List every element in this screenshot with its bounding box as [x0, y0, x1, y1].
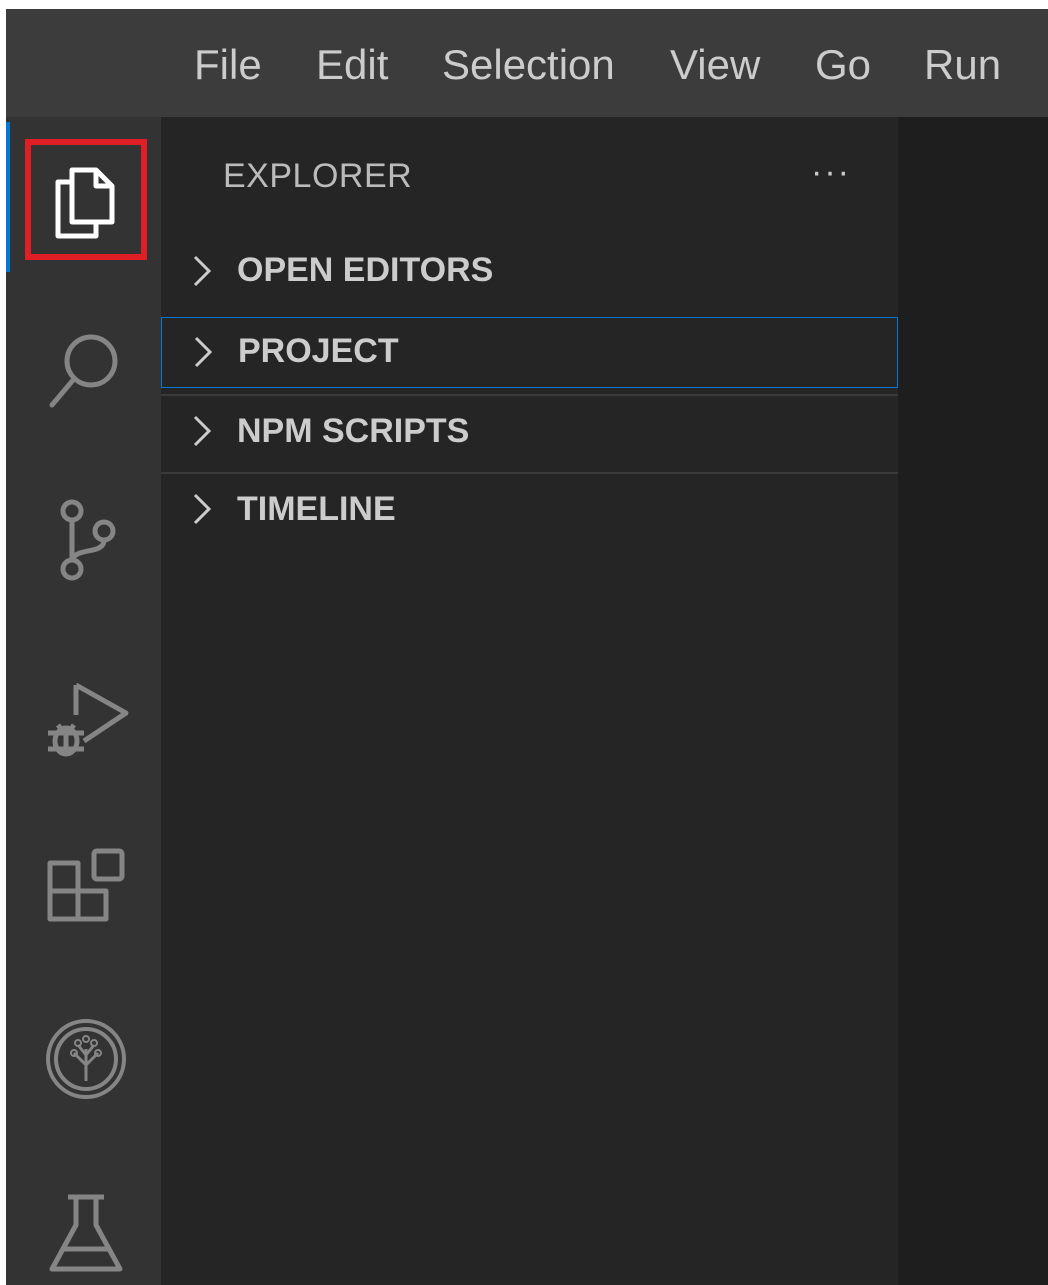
extensions-icon[interactable]: [34, 839, 134, 939]
active-indicator: [6, 122, 10, 272]
section-npm-scripts[interactable]: NPM SCRIPTS: [161, 394, 898, 472]
run-debug-icon[interactable]: [34, 665, 134, 765]
explorer-highlight-box: [25, 139, 147, 260]
editor-area[interactable]: [898, 117, 1048, 1285]
section-label: PROJECT: [238, 332, 399, 370]
chevron-right-icon: [189, 491, 215, 527]
vscode-window: File Edit Selection View Go Run EXPLORER…: [6, 9, 1048, 1285]
explorer-sidebar: EXPLORER ··· OPEN EDITORS PROJECT NPM SC…: [161, 117, 898, 1285]
chevron-right-icon: [189, 253, 215, 289]
menu-view[interactable]: View: [670, 39, 760, 91]
section-open-editors[interactable]: OPEN EDITORS: [161, 233, 898, 311]
menu-selection[interactable]: Selection: [442, 39, 615, 91]
tree-view-icon[interactable]: [34, 1009, 134, 1109]
activity-bar: [6, 117, 161, 1285]
section-label: NPM SCRIPTS: [237, 412, 470, 450]
section-project[interactable]: PROJECT: [161, 317, 898, 388]
testing-icon[interactable]: [34, 1183, 134, 1283]
search-icon[interactable]: [34, 313, 134, 413]
menu-edit[interactable]: Edit: [316, 39, 388, 91]
section-timeline[interactable]: TIMELINE: [161, 472, 898, 550]
menu-run[interactable]: Run: [924, 39, 1001, 91]
menu-bar: File Edit Selection View Go Run: [6, 9, 1048, 117]
sidebar-title: EXPLORER: [223, 157, 413, 195]
menu-file[interactable]: File: [194, 39, 262, 91]
section-label: TIMELINE: [237, 490, 396, 528]
section-label: OPEN EDITORS: [237, 251, 494, 289]
more-actions-icon[interactable]: ···: [811, 155, 851, 189]
source-control-icon[interactable]: [34, 487, 134, 587]
chevron-right-icon: [190, 334, 216, 370]
menu-go[interactable]: Go: [815, 39, 871, 91]
chevron-right-icon: [189, 413, 215, 449]
